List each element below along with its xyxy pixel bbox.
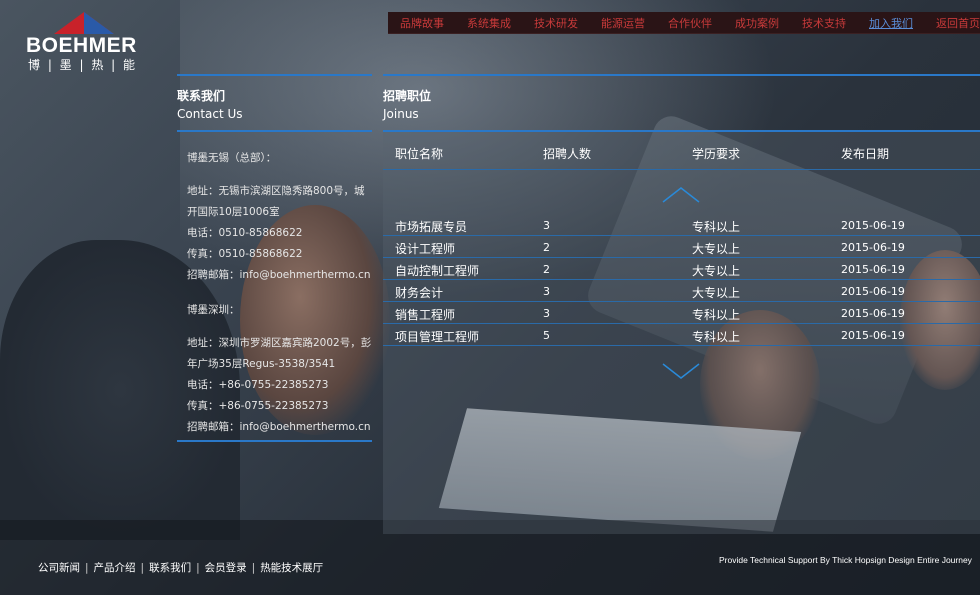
separator: |	[85, 562, 89, 574]
wuxi-fax: 传真：0510-85868622	[187, 248, 303, 260]
table-body: 市场拓展专员 3 专科以上 2015-06-19 设计工程师 2 大专以上 20…	[383, 214, 980, 346]
cell-date: 2015-06-19	[841, 263, 905, 276]
col-headcount: 招聘人数	[543, 147, 592, 161]
cell-position: 市场拓展专员	[395, 220, 468, 234]
separator: |	[196, 562, 200, 574]
table-row[interactable]: 市场拓展专员 3 专科以上 2015-06-19	[383, 214, 980, 236]
cell-headcount: 2	[543, 241, 550, 254]
cell-date: 2015-06-19	[841, 307, 905, 320]
nav-item-brand-story[interactable]: 品牌故事	[400, 15, 444, 31]
cell-date: 2015-06-19	[841, 241, 905, 254]
nav-item-join-us[interactable]: 加入我们	[869, 15, 913, 31]
contact-panel: 联系我们 Contact Us 博墨无锡（总部）： 地址：无锡市滨湖区隐秀路80…	[177, 74, 372, 444]
table-row[interactable]: 项目管理工程师 5 专科以上 2015-06-19	[383, 324, 980, 346]
wuxi-address: 地址：无锡市滨湖区隐秀路800号，城开国际10层1006室	[187, 185, 365, 218]
shenzhen-email: 招聘邮箱：info@boehmerthermo.cn	[187, 421, 371, 433]
table-row[interactable]: 自动控制工程师 2 大专以上 2015-06-19	[383, 258, 980, 280]
cell-position: 自动控制工程师	[395, 264, 480, 278]
col-date: 发布日期	[841, 147, 890, 161]
cell-position: 财务会计	[395, 286, 444, 300]
cell-education: 大专以上	[692, 286, 741, 300]
shenzhen-heading: 博墨深圳：	[187, 304, 240, 316]
nav-item-rnd[interactable]: 技术研发	[534, 15, 578, 31]
wuxi-email: 招聘邮箱：info@boehmerthermo.cn	[187, 269, 371, 281]
cell-headcount: 5	[543, 329, 550, 342]
chevron-up-icon[interactable]	[661, 184, 701, 204]
cell-education: 专科以上	[692, 330, 741, 344]
jobs-panel: 招聘职位 Joinus 职位名称 招聘人数 学历要求 发布日期 市场拓展专员 3…	[383, 74, 980, 534]
nav-item-cases[interactable]: 成功案例	[735, 15, 779, 31]
contact-body: 博墨无锡（总部）： 地址：无锡市滨湖区隐秀路800号，城开国际10层1006室 …	[187, 148, 372, 438]
divider	[177, 74, 372, 76]
cell-date: 2015-06-19	[841, 329, 905, 342]
footer-credit: Provide Technical Support By Thick Hopsi…	[719, 555, 972, 565]
footer-link-contact[interactable]: 联系我们	[149, 562, 191, 574]
cell-position: 设计工程师	[395, 242, 456, 256]
cell-date: 2015-06-19	[841, 285, 905, 298]
divider	[383, 74, 980, 76]
separator: |	[140, 562, 145, 574]
cell-education: 大专以上	[692, 264, 741, 278]
cell-education: 大专以上	[692, 242, 741, 256]
cell-education: 专科以上	[692, 308, 741, 322]
shenzhen-address: 地址：深圳市罗湖区嘉宾路2002号，彭年广场35层Regus-3538/3541	[187, 337, 372, 370]
nav-item-home[interactable]: 返回首页	[936, 15, 980, 31]
table-row[interactable]: 设计工程师 2 大专以上 2015-06-19	[383, 236, 980, 258]
cell-headcount: 3	[543, 285, 550, 298]
cell-position: 销售工程师	[395, 308, 456, 322]
jobs-table: 职位名称 招聘人数 学历要求 发布日期 市场拓展专员 3 专科以上 2015-0…	[383, 132, 980, 534]
col-position: 职位名称	[395, 147, 444, 161]
cell-date: 2015-06-19	[841, 219, 905, 232]
nav-item-system-integration[interactable]: 系统集成	[467, 15, 511, 31]
table-header: 职位名称 招聘人数 学历要求 发布日期	[383, 145, 980, 167]
table-row[interactable]: 销售工程师 3 专科以上 2015-06-19	[383, 302, 980, 324]
cell-position: 项目管理工程师	[395, 330, 480, 344]
table-row[interactable]: 财务会计 3 大专以上 2015-06-19	[383, 280, 980, 302]
wuxi-heading: 博墨无锡（总部）：	[187, 152, 277, 164]
chevron-down-icon[interactable]	[661, 362, 701, 382]
col-education: 学历要求	[692, 147, 741, 161]
divider	[177, 440, 372, 442]
nav-item-energy-operation[interactable]: 能源运营	[601, 15, 645, 31]
separator: |	[251, 562, 256, 574]
footer-link-login[interactable]: 会员登录	[205, 562, 247, 574]
nav-item-tech-support[interactable]: 技术支持	[802, 15, 846, 31]
contact-subtitle: Contact Us	[177, 107, 243, 121]
footer-link-products[interactable]: 产品介绍	[94, 562, 136, 574]
wuxi-phone: 电话：0510-85868622	[187, 227, 303, 239]
footer-link-news[interactable]: 公司新闻	[38, 562, 80, 574]
cell-headcount: 2	[543, 263, 550, 276]
logo[interactable]: BOEHMER 博 | 墨 | 热 | 能	[26, 12, 156, 72]
shenzhen-phone: 电话：+86-0755-22385273	[187, 379, 329, 391]
cell-education: 专科以上	[692, 220, 741, 234]
divider	[383, 169, 980, 170]
jobs-title: 招聘职位	[383, 89, 432, 103]
footer-link-showroom[interactable]: 热能技术展厅	[260, 562, 323, 574]
logo-wordmark: BOEHMER	[26, 34, 137, 57]
cell-headcount: 3	[543, 307, 550, 320]
footer-links: 公司新闻 | 产品介绍 | 联系我们 | 会员登录 | 热能技术展厅	[38, 560, 323, 575]
cell-headcount: 3	[543, 219, 550, 232]
divider	[177, 130, 372, 132]
shenzhen-fax: 传真：+86-0755-22385273	[187, 400, 329, 412]
logo-roof-accent-icon	[84, 12, 114, 34]
top-nav: 品牌故事 系统集成 技术研发 能源运营 合作伙伴 成功案例 技术支持 加入我们 …	[388, 12, 980, 34]
logo-chinese-name: 博 | 墨 | 热 | 能	[28, 58, 138, 72]
contact-title: 联系我们	[177, 89, 226, 103]
jobs-subtitle: Joinus	[383, 107, 419, 121]
nav-item-partners[interactable]: 合作伙伴	[668, 15, 712, 31]
